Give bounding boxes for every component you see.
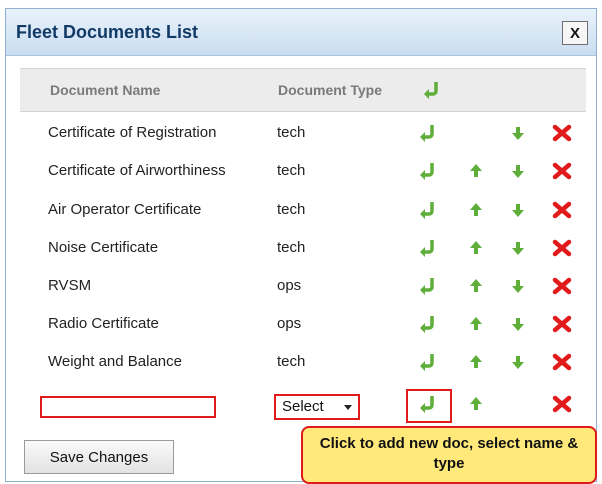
document-type-select[interactable]: Select [274, 394, 360, 420]
insert-row-icon[interactable] [422, 80, 442, 100]
close-button[interactable]: X [562, 21, 588, 45]
move-down-icon[interactable] [508, 200, 528, 220]
move-up-icon[interactable] [466, 161, 486, 181]
table-row: Noise Certificate tech [20, 230, 586, 268]
move-down-icon[interactable] [508, 352, 528, 372]
move-up-icon[interactable] [466, 352, 486, 372]
table-row: Air Operator Certificate tech [20, 192, 586, 230]
move-down-icon[interactable] [508, 161, 528, 181]
document-name-cell: RVSM [48, 277, 92, 294]
delete-icon[interactable] [552, 352, 572, 372]
document-type-cell: tech [277, 124, 306, 141]
document-name-cell: Certificate of Airworthiness [48, 162, 226, 179]
insert-row-icon[interactable] [418, 200, 438, 220]
document-type-cell: tech [277, 201, 306, 218]
insert-row-icon[interactable] [418, 276, 438, 296]
move-down-icon[interactable] [508, 276, 528, 296]
table-header: Document Name Document Type [20, 68, 586, 112]
move-up-icon[interactable] [466, 238, 486, 258]
document-type-cell: tech [277, 239, 306, 256]
header-document-type: Document Type [278, 82, 382, 98]
delete-icon[interactable] [552, 276, 572, 296]
insert-row-icon[interactable] [418, 394, 438, 414]
delete-icon[interactable] [552, 200, 572, 220]
dialog-title: Fleet Documents List [16, 22, 199, 42]
table-row: Radio Certificate ops [20, 306, 586, 344]
move-up-icon[interactable] [466, 276, 486, 296]
document-name-cell: Certificate of Registration [48, 124, 217, 141]
document-type-cell: tech [277, 162, 306, 179]
move-up-icon[interactable] [466, 200, 486, 220]
new-document-name-input[interactable] [40, 396, 216, 418]
dialog-titlebar: Fleet Documents List X [6, 9, 596, 56]
insert-row-icon[interactable] [418, 314, 438, 334]
delete-icon[interactable] [552, 394, 572, 414]
document-name-cell: Radio Certificate [48, 315, 159, 332]
document-type-cell: tech [277, 353, 306, 370]
table-row: Certificate of Airworthiness tech [20, 153, 586, 191]
document-type-select-value: Select [282, 398, 324, 415]
move-down-icon[interactable] [508, 123, 528, 143]
move-down-icon[interactable] [508, 314, 528, 334]
delete-icon[interactable] [552, 123, 572, 143]
move-up-icon[interactable] [466, 314, 486, 334]
document-type-cell: ops [277, 277, 302, 294]
insert-row-icon[interactable] [418, 161, 438, 181]
move-up-icon[interactable] [466, 394, 486, 414]
move-down-icon[interactable] [508, 238, 528, 258]
document-type-cell: ops [277, 315, 302, 332]
chevron-down-icon [344, 405, 352, 410]
document-name-cell: Noise Certificate [48, 239, 159, 256]
save-changes-button[interactable]: Save Changes [24, 440, 174, 474]
document-name-cell: Weight and Balance [48, 353, 182, 370]
new-document-row: Select [20, 388, 586, 426]
delete-icon[interactable] [552, 238, 572, 258]
add-document-tooltip: Click to add new doc, select name & type [301, 426, 597, 484]
insert-row-icon[interactable] [418, 238, 438, 258]
insert-row-icon[interactable] [418, 352, 438, 372]
delete-icon[interactable] [552, 314, 572, 334]
table-row: Weight and Balance tech [20, 344, 586, 382]
insert-row-icon[interactable] [418, 123, 438, 143]
table-row: Certificate of Registration tech [20, 115, 586, 153]
header-document-name: Document Name [50, 82, 161, 98]
table-row: RVSM ops [20, 268, 586, 306]
delete-icon[interactable] [552, 161, 572, 181]
document-name-cell: Air Operator Certificate [48, 201, 202, 218]
